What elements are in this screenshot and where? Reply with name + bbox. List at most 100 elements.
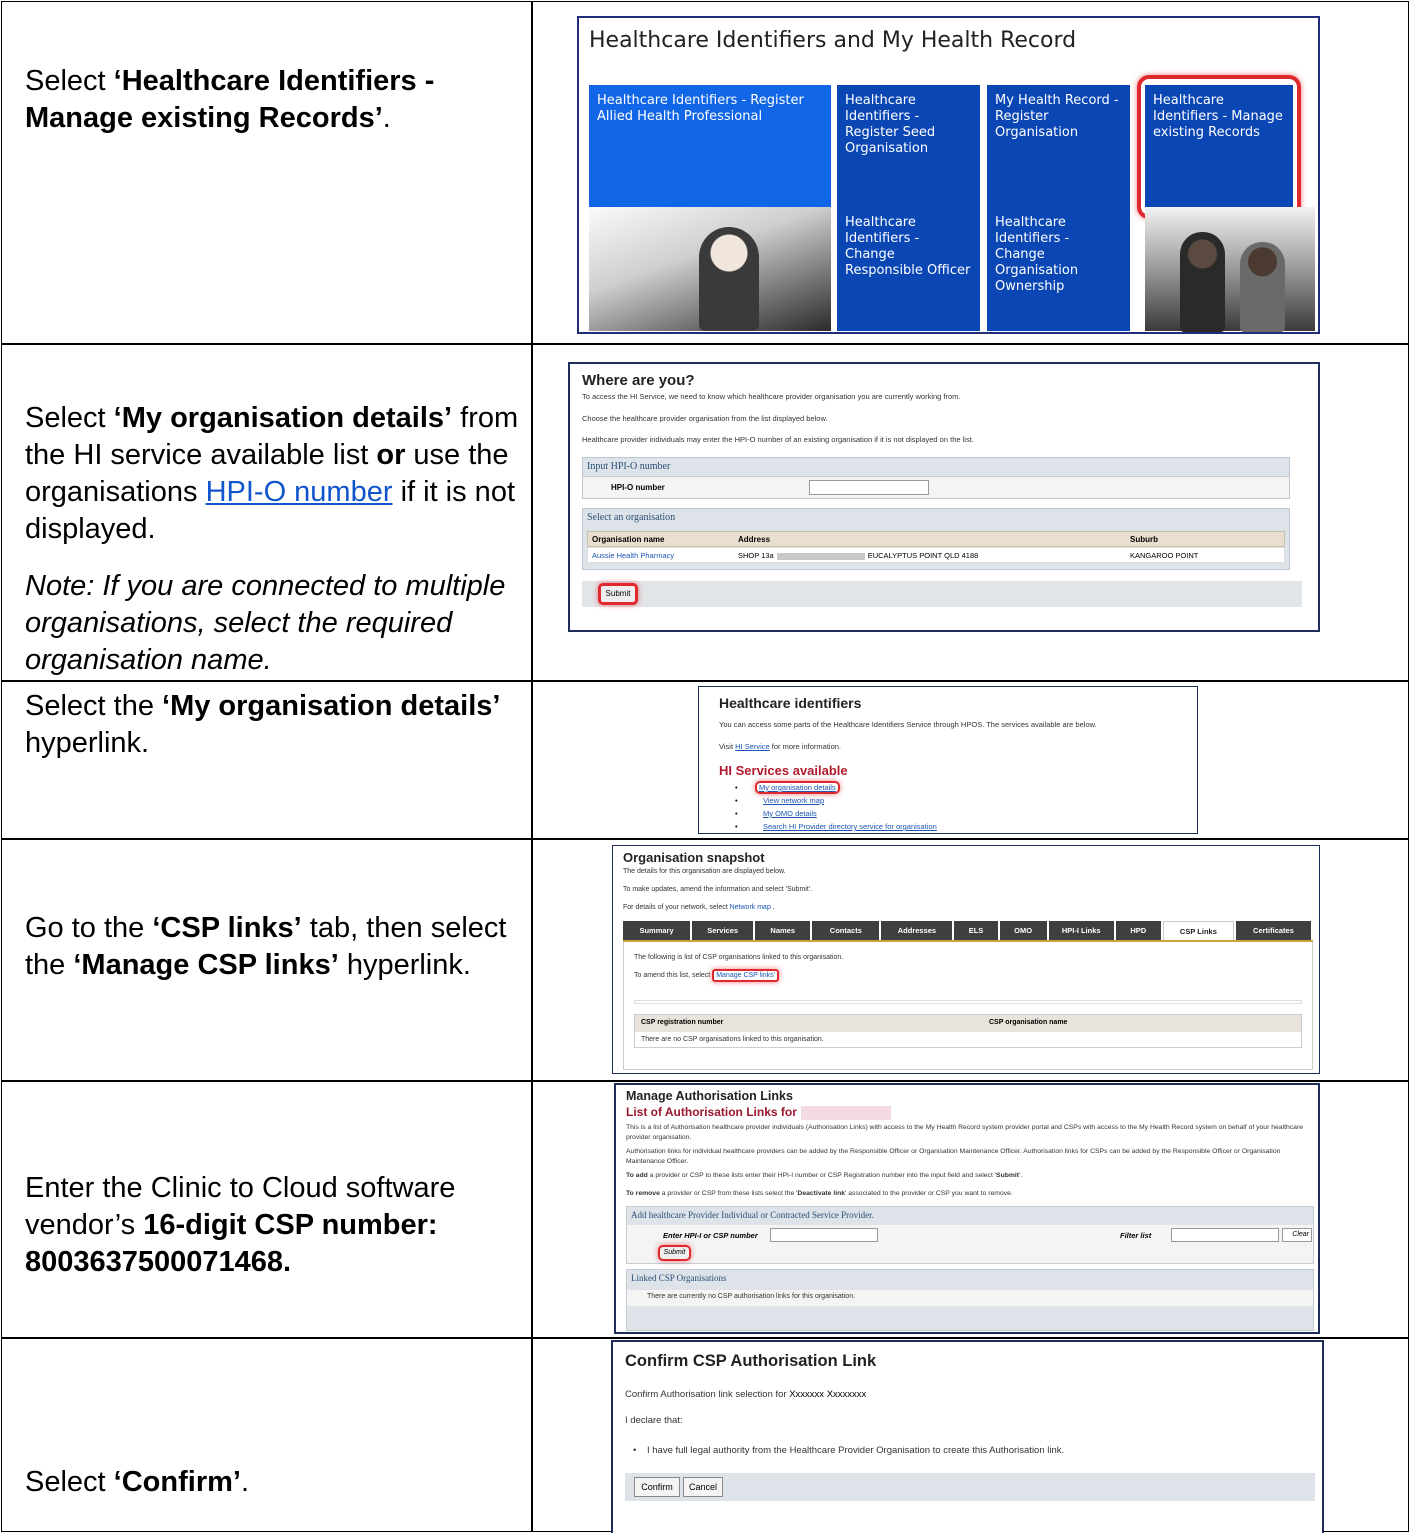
tile-change-responsible-officer[interactable]: Healthcare Identifiers - Change Responsi…: [837, 207, 980, 331]
intro-text: To make updates, amend the information a…: [623, 886, 813, 893]
intro-text: You can access some parts of the Healthc…: [719, 720, 1097, 729]
tab-contacts[interactable]: Contacts: [812, 921, 880, 940]
text: ' associated to the provider or CSP you …: [845, 1190, 1013, 1197]
tile-change-org-ownership[interactable]: Healthcare Identifiers - Change Organisa…: [987, 207, 1130, 331]
bold-text: Submit: [996, 1172, 1020, 1179]
bullet-icon: •: [735, 822, 738, 831]
add-provider-section: Add healthcare Provider Individual or Co…: [626, 1206, 1314, 1264]
filter-input[interactable]: [1171, 1228, 1279, 1242]
list-item: • Search HI Provider directory service fo…: [735, 820, 937, 833]
person-silhouette: [1180, 232, 1225, 332]
linked-csp-section: Linked CSP Organisations There are curre…: [626, 1269, 1314, 1331]
tile-register-seed-org[interactable]: Healthcare Identifiers - Register Seed O…: [837, 85, 980, 209]
panel-text: The following is list of CSP organisatio…: [634, 954, 844, 961]
intro-text: To remove a provider or CSP from these l…: [626, 1190, 1013, 1197]
confirm-button[interactable]: Confirm: [634, 1477, 680, 1497]
services-heading: HI Services available: [719, 763, 848, 778]
column-header: CSP registration number: [641, 1019, 724, 1026]
column-header: Organisation name: [592, 535, 665, 544]
services-list: • My organisation details • View network m…: [735, 781, 937, 833]
hpio-label: HPI-O number: [611, 483, 665, 492]
clear-button[interactable]: Clear: [1282, 1228, 1312, 1242]
screenshot-hi-and-mhr-menu: Healthcare Identifiers and My Health Rec…: [577, 16, 1320, 334]
step-text: .: [382, 102, 391, 134]
text: .: [770, 904, 775, 911]
screenshot-healthcare-identifiers: Healthcare identifiers You can access so…: [698, 686, 1198, 834]
text: Visit: [719, 742, 736, 751]
step-2-note: Note: If you are connected to multiple o…: [25, 568, 520, 679]
tab-services[interactable]: Services: [692, 921, 754, 940]
declaration-item: • I have full legal authority from the He…: [633, 1445, 1064, 1456]
my-organisation-details-link[interactable]: My organisation details: [755, 781, 840, 794]
office-photo: [589, 207, 831, 331]
hpi-o-number-link[interactable]: HPI-O number: [206, 476, 393, 508]
cancel-button[interactable]: Cancel: [683, 1477, 723, 1497]
submit-button[interactable]: Submit: [598, 583, 638, 605]
list-item: • My organisation details: [735, 781, 937, 794]
bold-text: Deactivate link: [797, 1190, 846, 1197]
tab-names[interactable]: Names: [755, 921, 811, 940]
tab-summary[interactable]: Summary: [623, 921, 691, 940]
row-divider: [1, 838, 1409, 840]
tile-mhr-register-org[interactable]: My Health Record - Register Organisation: [987, 85, 1130, 209]
tab-omo[interactable]: OMO: [999, 921, 1047, 940]
text: Confirm Authorisation link selection for: [625, 1389, 790, 1400]
tab-hpd[interactable]: HPD: [1115, 921, 1161, 940]
network-map-link[interactable]: Network map: [730, 904, 771, 911]
tab-els[interactable]: ELS: [954, 921, 998, 940]
step-bold-text: ‘CSP links’: [152, 912, 302, 944]
step-3-instruction: Select the ‘My organisation details’ hyp…: [25, 688, 520, 762]
search-hi-provider-link[interactable]: Search HI Provider directory service for…: [763, 822, 937, 831]
row-divider: [1, 680, 1409, 682]
org-address: SHOP 13a EUCALYPTUS POINT QLD 4188: [738, 551, 978, 560]
note-text: Note: If you are connected to multiple o…: [25, 570, 506, 676]
intro-text: Choose the healthcare provider organisat…: [582, 414, 828, 423]
hpio-number-input[interactable]: [809, 480, 929, 495]
redacted-block: [776, 552, 865, 560]
view-network-map-link[interactable]: View network map: [763, 796, 824, 805]
screenshot-where-are-you: Where are you? To access the HI Service,…: [568, 362, 1320, 632]
bullet-icon: •: [633, 1445, 637, 1456]
intro-text: For details of your network, select Netw…: [623, 904, 775, 911]
tab-certificates[interactable]: Certificates: [1235, 921, 1312, 940]
enter-number-label: Enter HPI-I or CSP number: [663, 1231, 758, 1240]
page-title: Organisation snapshot: [623, 850, 765, 865]
list-item: • View network map: [735, 794, 937, 807]
org-table-header: Organisation name Address Suburb: [587, 531, 1285, 547]
page-title: Healthcare identifiers: [719, 695, 862, 711]
input-hpio-section: Input HPI-O number HPI-O number: [582, 457, 1290, 499]
step-bold-text: ‘My organisation details’: [162, 690, 501, 722]
org-table-row: Aussie Health Pharmacy SHOP 13a EUCALYPTU…: [587, 547, 1285, 563]
tile-register-allied-health[interactable]: Healthcare Identifiers - Register Allied…: [589, 85, 831, 209]
intro-text: Authorisation links for individual healt…: [626, 1148, 1281, 1165]
org-name-link[interactable]: Aussie Health Pharmacy: [592, 551, 674, 560]
page-title: Where are you?: [582, 372, 695, 389]
step-bold-text: ‘Confirm’: [113, 1466, 241, 1498]
step-bold-text: ‘Manage CSP links’: [73, 949, 339, 981]
my-omo-details-link[interactable]: My OMO details: [763, 809, 817, 818]
step-bold-text: or: [376, 439, 406, 471]
tab-hpi-i-links[interactable]: HPI-I Links: [1048, 921, 1114, 940]
screenshot-organisation-snapshot: Organisation snapshot The details for th…: [612, 845, 1320, 1074]
intro-text: The details for this organisation are di…: [623, 868, 786, 875]
org-suburb: KANGAROO POINT: [1130, 551, 1199, 560]
step-text: hyperlink.: [25, 727, 150, 759]
intro-text: To access the HI Service, we need to kno…: [582, 392, 961, 401]
declaration-text: I have full legal authority from the Hea…: [647, 1445, 1065, 1456]
hpii-csp-number-input[interactable]: [770, 1228, 878, 1242]
panel-text: To amend this list, select Manage CSP li…: [634, 969, 779, 982]
step-4-instruction: Go to the ‘CSP links’ tab, then select t…: [25, 910, 520, 984]
tab-addresses[interactable]: Addresses: [881, 921, 953, 940]
manage-csp-links-link[interactable]: Manage CSP links': [712, 969, 779, 982]
address-part: EUCALYPTUS POINT QLD 4188: [867, 551, 979, 560]
step-text: .: [240, 1466, 250, 1498]
csp-links-panel: The following is list of CSP organisatio…: [623, 942, 1313, 1070]
page-title: Manage Authorisation Links: [626, 1089, 793, 1103]
submit-button[interactable]: Submit: [658, 1245, 691, 1261]
button-bar: Confirm Cancel: [625, 1473, 1315, 1501]
tab-csp-links[interactable]: CSP Links: [1162, 921, 1234, 940]
column-header: Address: [738, 535, 771, 544]
hi-service-link[interactable]: HI Service: [735, 742, 770, 751]
text: To amend this list, select: [634, 972, 713, 979]
select-org-section: Select an organisation Organisation name…: [582, 508, 1290, 570]
